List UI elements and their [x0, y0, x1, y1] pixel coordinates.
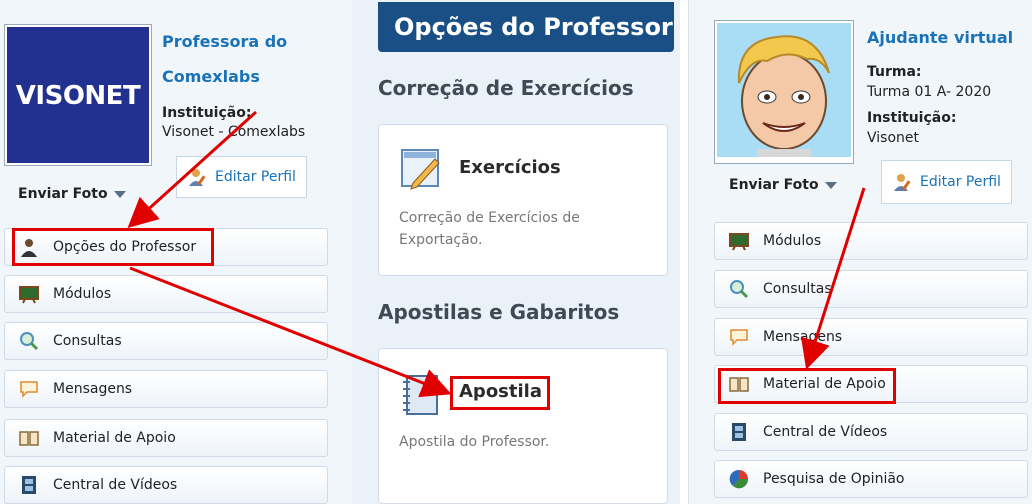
film-icon — [729, 422, 749, 442]
caret-down-icon — [824, 181, 837, 189]
menu-item-modules[interactable]: Módulos — [714, 222, 1028, 260]
menu-item-label: Material de Apoio — [53, 430, 176, 446]
menu-item-label: Central de Vídeos — [53, 477, 178, 493]
edit-profile-button[interactable]: Editar Perfil — [176, 156, 307, 198]
menu-item-support-material[interactable]: Material de Apoio — [4, 419, 328, 457]
user-edit-icon — [892, 172, 914, 192]
pencil-paper-icon — [399, 147, 443, 191]
film-icon — [19, 475, 39, 495]
logo-text: VISONET — [15, 81, 141, 111]
book-icon — [19, 428, 39, 448]
edit-profile-button[interactable]: Editar Perfil — [881, 160, 1012, 204]
notebook-icon — [401, 373, 441, 417]
student-sidebar: Ajudante virtual Turma: Turma 01 A- 2020… — [688, 0, 1032, 504]
visonet-logo: VISONET — [7, 27, 149, 163]
magnifier-icon — [729, 279, 749, 299]
institution-label: Instituição: — [867, 110, 957, 126]
card-handout[interactable]: Apostila Apostila do Professor. — [378, 348, 668, 504]
speech-bubble-icon — [19, 379, 39, 399]
chalkboard-icon — [729, 231, 749, 251]
menu-item-opinion-poll[interactable]: Pesquisa de Opinião — [714, 460, 1028, 498]
menu-item-queries[interactable]: Consultas — [714, 270, 1028, 308]
card-description: Apostila do Professor. — [399, 434, 550, 450]
edit-profile-label: Editar Perfil — [215, 169, 296, 185]
class-label: Turma: — [867, 64, 922, 80]
menu-item-video-center[interactable]: Central de Vídeos — [714, 413, 1028, 451]
caret-down-icon — [113, 190, 126, 198]
menu-item-label: Consultas — [53, 333, 122, 349]
section-title-handouts: Apostilas e Gabaritos — [378, 300, 620, 324]
menu-item-label: Consultas — [763, 281, 832, 297]
send-photo-label: Enviar Foto — [729, 177, 819, 193]
pie-chart-icon — [729, 469, 749, 489]
menu-item-modules[interactable]: Módulos — [4, 275, 328, 313]
menu-item-label: Central de Vídeos — [763, 424, 888, 440]
menu-item-queries[interactable]: Consultas — [4, 322, 328, 360]
panel-separator — [680, 0, 688, 504]
menu-item-label: Módulos — [53, 286, 112, 302]
edit-profile-label: Editar Perfil — [920, 174, 1001, 190]
menu-item-label: Pesquisa de Opinião — [763, 471, 905, 487]
magnifier-icon — [19, 331, 39, 351]
cartoon-boy-avatar-icon — [717, 23, 851, 157]
menu-item-label: Módulos — [763, 233, 822, 249]
student-name[interactable]: Ajudante virtual — [867, 20, 1013, 56]
send-photo-dropdown[interactable]: Enviar Foto — [729, 177, 837, 193]
send-photo-label: Enviar Foto — [18, 186, 108, 202]
highlight-handout — [450, 376, 550, 410]
send-photo-dropdown[interactable]: Enviar Foto — [18, 186, 126, 202]
card-exercises[interactable]: Exercícios Correção de Exercícios de Exp… — [378, 124, 668, 276]
menu-item-label: Mensagens — [763, 329, 843, 345]
card-description: Correção de Exercícios de Exportação. — [399, 210, 580, 248]
teacher-name[interactable]: Professora do Comexlabs — [162, 24, 312, 94]
class-value: Turma 01 A- 2020 — [867, 84, 992, 100]
highlight-teacher-options — [12, 228, 214, 266]
speech-bubble-icon — [729, 327, 749, 347]
chalkboard-icon — [19, 284, 39, 304]
student-avatar[interactable] — [714, 20, 854, 164]
institution-value: Visonet - Comexlabs — [162, 124, 306, 140]
menu-item-video-center[interactable]: Central de Vídeos — [4, 466, 328, 504]
institution-value: Visonet — [867, 130, 919, 146]
teacher-options-panel: Opções do Professor Correção de Exercíci… — [352, 0, 680, 504]
menu-item-messages[interactable]: Mensagens — [4, 370, 328, 408]
card-title[interactable]: Exercícios — [459, 157, 561, 178]
section-title-exercise-correction: Correção de Exercícios — [378, 76, 634, 100]
user-edit-icon — [187, 167, 209, 187]
menu-item-messages[interactable]: Mensagens — [714, 318, 1028, 356]
highlight-support-material — [718, 368, 896, 404]
institution-label: Instituição: — [162, 105, 252, 121]
teacher-avatar[interactable]: VISONET — [4, 24, 152, 166]
page-title: Opções do Professor — [378, 2, 674, 52]
menu-item-label: Mensagens — [53, 381, 133, 397]
